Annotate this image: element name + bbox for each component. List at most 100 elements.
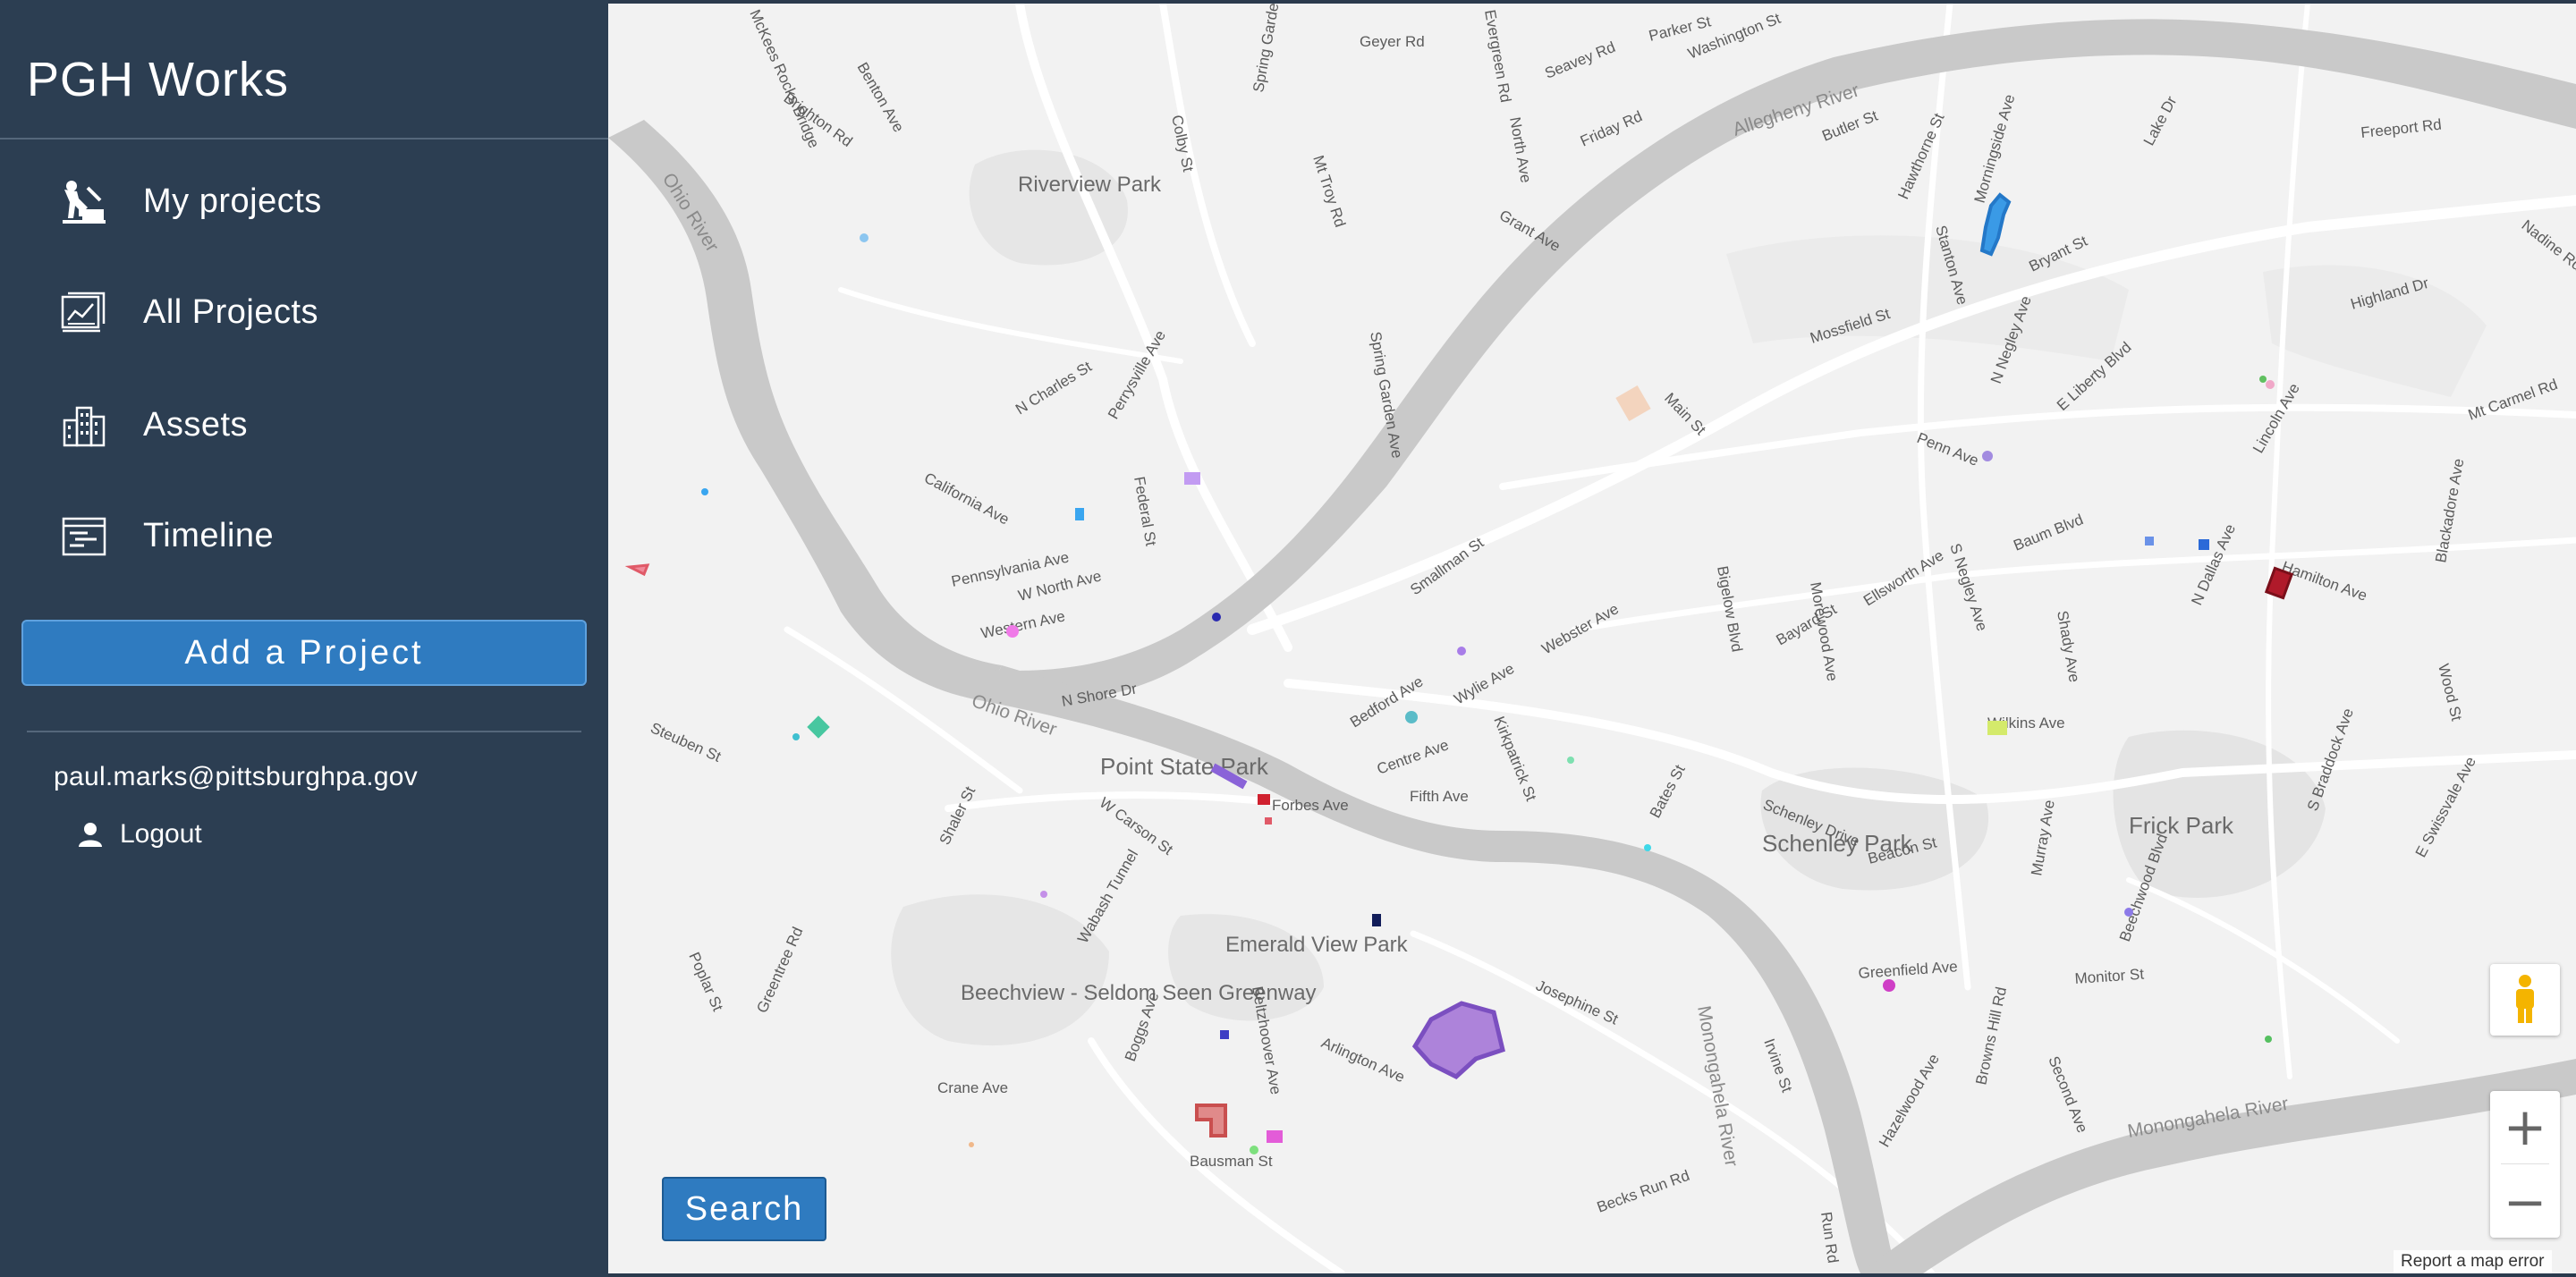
street-label: Spring Garden Rd — [1250, 4, 1288, 94]
street-label: Webster Ave — [1539, 600, 1622, 657]
sidebar: PGH Works My projects All Projects Asset… — [0, 0, 608, 1277]
nav-item-timeline[interactable]: Timeline — [0, 486, 608, 585]
nav-item-all-projects[interactable]: All Projects — [0, 263, 608, 361]
street-label: Colby St — [1168, 114, 1197, 173]
street-label: Federal St — [1131, 475, 1159, 547]
project-polygon[interactable] — [1372, 914, 1381, 926]
street-label: McKees Rocks Bridge — [746, 7, 822, 151]
nav-label-assets: Assets — [143, 406, 249, 444]
street-label: W Carson St — [1097, 794, 1176, 858]
street-view-pegman[interactable] — [2490, 964, 2560, 1036]
report-map-error-link[interactable]: Report a map error — [2394, 1250, 2552, 1273]
project-point[interactable] — [2259, 376, 2267, 383]
street-label: Shaler St — [936, 783, 979, 847]
street-label: Browns Hill Rd — [1972, 985, 2010, 1087]
map[interactable]: Ohio River Ohio River Allegheny River Mo… — [608, 4, 2576, 1273]
project-point[interactable] — [1212, 613, 1221, 622]
project-polygon[interactable] — [807, 715, 830, 739]
brand-title: PGH Works — [27, 53, 290, 106]
project-point[interactable] — [1644, 844, 1651, 851]
nav-item-my-projects[interactable]: My projects — [0, 152, 608, 250]
street-label: Wood St — [2435, 662, 2465, 723]
street-label: Hazelwood Ave — [1876, 1051, 1943, 1150]
project-polygon[interactable] — [1195, 1104, 1227, 1137]
nav-label-timeline: Timeline — [143, 517, 275, 554]
project-point[interactable] — [1006, 625, 1019, 638]
street-label: Shady Ave — [2054, 609, 2083, 683]
logout-label: Logout — [120, 819, 202, 849]
street-label: Baum Blvd — [2011, 511, 2085, 554]
street-label: Freeport Rd — [2360, 116, 2442, 141]
street-label: Second Ave — [2045, 1053, 2090, 1135]
street-label: North Ave — [1506, 115, 1535, 184]
map-areas — [891, 149, 2487, 1046]
park-label-frick: Frick Park — [2129, 812, 2234, 839]
project-point[interactable] — [1883, 979, 1895, 992]
project-polygon[interactable] — [2145, 537, 2154, 545]
street-label: N Dallas Ave — [2188, 521, 2239, 607]
nav-item-assets[interactable]: Assets — [0, 376, 608, 474]
project-point[interactable] — [1040, 891, 1047, 898]
project-polygon[interactable] — [1184, 472, 1200, 485]
project-point[interactable] — [2266, 380, 2275, 389]
street-label: Friday Rd — [1578, 107, 1645, 149]
brand-divider — [0, 138, 608, 140]
street-label: Bates St — [1647, 762, 1689, 821]
street-label: Monitor St — [2074, 966, 2145, 987]
project-polygon[interactable] — [1987, 721, 2007, 735]
street-label: Centre Ave — [1375, 736, 1451, 778]
buildings-icon — [63, 406, 106, 447]
street-label: Arlington Ave — [1318, 1034, 1407, 1086]
sidebar-divider — [27, 731, 581, 732]
project-point[interactable] — [1405, 711, 1418, 723]
project-polygon[interactable] — [1220, 1030, 1229, 1039]
street-label: Wabash Tunnel — [1074, 847, 1141, 946]
zoom-out-button[interactable]: − — [2490, 1166, 2560, 1238]
street-label: Kirkpatrick St — [1490, 714, 1539, 803]
street-label: Spring Garden Ave — [1367, 330, 1406, 459]
street-label: Greentree Rd — [753, 925, 806, 1016]
logout-link[interactable]: Logout — [77, 819, 202, 850]
app: PGH Works My projects All Projects Asset… — [0, 0, 2576, 1277]
project-point[interactable] — [1567, 757, 1574, 764]
project-point[interactable] — [1250, 1146, 1258, 1154]
user-email: paul.marks@pittsburghpa.gov — [54, 762, 419, 791]
street-label: N Charles St — [1013, 358, 1095, 418]
map-canvas[interactable]: Ohio River Ohio River Allegheny River Mo… — [608, 4, 2576, 1273]
street-label: Nadine Rd — [2519, 216, 2576, 274]
project-point[interactable] — [2265, 1036, 2272, 1043]
project-polygon[interactable] — [1411, 1001, 1505, 1080]
project-polygon[interactable] — [1075, 508, 1084, 520]
project-polygon[interactable] — [624, 563, 650, 577]
project-point[interactable] — [2124, 908, 2133, 917]
project-point[interactable] — [792, 733, 800, 740]
project-polygon[interactable] — [1615, 385, 1651, 421]
nav-label-my-projects: My projects — [143, 182, 322, 220]
project-point[interactable] — [860, 233, 869, 242]
project-point[interactable] — [969, 1142, 974, 1147]
project-polygon[interactable] — [1258, 794, 1270, 805]
park-label-riverview: Riverview Park — [1018, 173, 1162, 197]
street-label: California Ave — [921, 469, 1012, 529]
street-label: Fifth Ave — [1410, 788, 1469, 805]
project-point[interactable] — [1457, 647, 1466, 655]
search-button[interactable]: Search — [662, 1177, 826, 1241]
street-label: Forbes Ave — [1272, 797, 1349, 814]
street-label: E Swissvale Ave — [2412, 754, 2479, 860]
street-label: Irvine St — [1760, 1036, 1795, 1095]
street-label: Poplar St — [685, 950, 726, 1014]
zoom-control: + − — [2490, 1091, 2560, 1238]
street-label: Murray Ave — [2028, 799, 2058, 877]
project-point[interactable] — [1982, 451, 1993, 461]
street-label: Greenfield Ave — [1858, 958, 1958, 982]
street-label: Morningside Ave — [1971, 92, 2019, 205]
project-polygon[interactable] — [1265, 817, 1272, 825]
nav-label-all-projects: All Projects — [143, 293, 319, 331]
add-project-button[interactable]: Add a Project — [21, 620, 587, 686]
project-point[interactable] — [701, 488, 708, 495]
project-polygon[interactable] — [2199, 539, 2209, 550]
zoom-in-button[interactable]: + — [2490, 1091, 2560, 1163]
street-label: Seavey Rd — [1542, 38, 1617, 82]
project-polygon[interactable] — [1267, 1130, 1283, 1143]
street-label: Steuben St — [648, 719, 724, 765]
